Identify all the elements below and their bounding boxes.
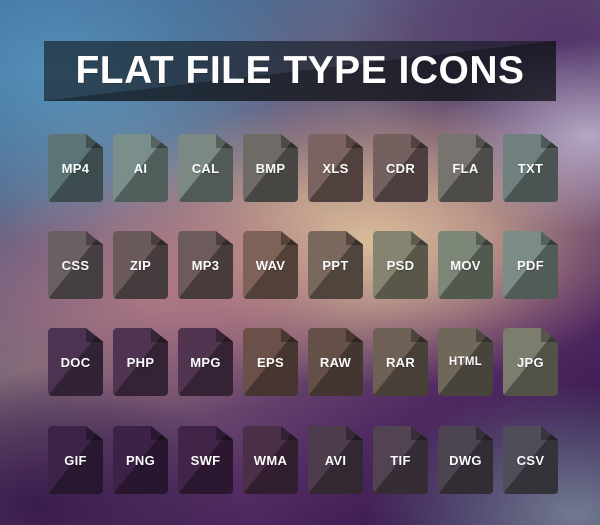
- file-type-icon-dwg[interactable]: DWG: [438, 426, 493, 494]
- poster-canvas: FLAT FILE TYPE ICONS MP4 AI CAL BMP XLS CDR FL…: [0, 0, 600, 525]
- file-type-label: CSV: [516, 452, 545, 468]
- file-type-icon-zip[interactable]: ZIP: [113, 231, 168, 299]
- file-type-icon-csv[interactable]: CSV: [503, 426, 558, 494]
- file-type-label: MP4: [61, 160, 90, 176]
- title-banner: FLAT FILE TYPE ICONS: [44, 41, 556, 101]
- file-type-icon-php[interactable]: PHP: [113, 328, 168, 396]
- file-type-label: XLS: [322, 160, 349, 176]
- file-type-icon-grid: MP4 AI CAL BMP XLS CDR FLA TXT CSS ZIP MP3 WAV PPT PS…: [48, 134, 558, 496]
- file-type-label: CAL: [191, 160, 220, 176]
- file-type-icon-wav[interactable]: WAV: [243, 231, 298, 299]
- file-type-icon-fla[interactable]: FLA: [438, 134, 493, 202]
- file-type-label: JPG: [517, 354, 544, 370]
- file-type-icon-psd[interactable]: PSD: [373, 231, 428, 299]
- file-type-label: ZIP: [129, 257, 152, 273]
- file-type-label: PDF: [517, 257, 544, 273]
- file-type-label: AI: [133, 160, 148, 176]
- file-type-label: FLA: [452, 160, 479, 176]
- file-type-icon-txt[interactable]: TXT: [503, 134, 558, 202]
- file-type-label: CSS: [61, 257, 90, 273]
- file-type-icon-pdf[interactable]: PDF: [503, 231, 558, 299]
- icon-row: DOC PHP MPG EPS RAW RAR HTML JPG: [48, 328, 558, 396]
- file-type-label: TXT: [517, 160, 544, 176]
- file-type-icon-tif[interactable]: TIF: [373, 426, 428, 494]
- file-type-label: RAW: [319, 354, 352, 370]
- file-type-label: TIF: [390, 452, 411, 468]
- file-type-label: MOV: [450, 257, 481, 273]
- file-type-label: MP3: [191, 257, 220, 273]
- file-type-icon-gif[interactable]: GIF: [48, 426, 103, 494]
- file-type-icon-html[interactable]: HTML: [438, 328, 493, 396]
- icon-row: GIF PNG SWF WMA AVI TIF DWG CSV: [48, 426, 558, 494]
- file-type-icon-bmp[interactable]: BMP: [243, 134, 298, 202]
- file-type-label: WAV: [255, 257, 286, 273]
- file-type-label: PHP: [126, 354, 155, 370]
- file-type-icon-wma[interactable]: WMA: [243, 426, 298, 494]
- file-type-icon-css[interactable]: CSS: [48, 231, 103, 299]
- file-type-label: BMP: [255, 160, 286, 176]
- file-type-label: AVI: [324, 452, 347, 468]
- icon-row: MP4 AI CAL BMP XLS CDR FLA TXT: [48, 134, 558, 202]
- file-type-label: MPG: [190, 354, 221, 370]
- file-type-label: HTML: [448, 356, 483, 368]
- file-type-icon-eps[interactable]: EPS: [243, 328, 298, 396]
- poster-title: FLAT FILE TYPE ICONS: [75, 49, 525, 92]
- file-type-label: GIF: [64, 452, 87, 468]
- file-type-label: PPT: [322, 257, 349, 273]
- file-type-icon-raw[interactable]: RAW: [308, 328, 363, 396]
- file-type-icon-mpg[interactable]: MPG: [178, 328, 233, 396]
- file-type-icon-xls[interactable]: XLS: [308, 134, 363, 202]
- file-type-label: PNG: [125, 452, 156, 468]
- file-type-icon-rar[interactable]: RAR: [373, 328, 428, 396]
- file-type-icon-jpg[interactable]: JPG: [503, 328, 558, 396]
- file-type-icon-ai[interactable]: AI: [113, 134, 168, 202]
- file-type-icon-cdr[interactable]: CDR: [373, 134, 428, 202]
- file-type-label: CDR: [385, 160, 416, 176]
- file-type-icon-ppt[interactable]: PPT: [308, 231, 363, 299]
- file-type-label: PSD: [386, 257, 415, 273]
- file-type-label: RAR: [385, 354, 416, 370]
- file-type-label: DWG: [449, 452, 482, 468]
- file-type-label: DOC: [60, 354, 91, 370]
- file-type-icon-mov[interactable]: MOV: [438, 231, 493, 299]
- file-type-icon-cal[interactable]: CAL: [178, 134, 233, 202]
- file-type-icon-avi[interactable]: AVI: [308, 426, 363, 494]
- file-type-icon-mp4[interactable]: MP4: [48, 134, 103, 202]
- file-type-icon-swf[interactable]: SWF: [178, 426, 233, 494]
- file-type-icon-doc[interactable]: DOC: [48, 328, 103, 396]
- file-type-icon-mp3[interactable]: MP3: [178, 231, 233, 299]
- file-type-label: SWF: [190, 452, 221, 468]
- file-type-label: WMA: [253, 452, 288, 468]
- icon-row: CSS ZIP MP3 WAV PPT PSD MOV PDF: [48, 231, 558, 299]
- file-type-label: EPS: [257, 354, 284, 370]
- file-type-icon-png[interactable]: PNG: [113, 426, 168, 494]
